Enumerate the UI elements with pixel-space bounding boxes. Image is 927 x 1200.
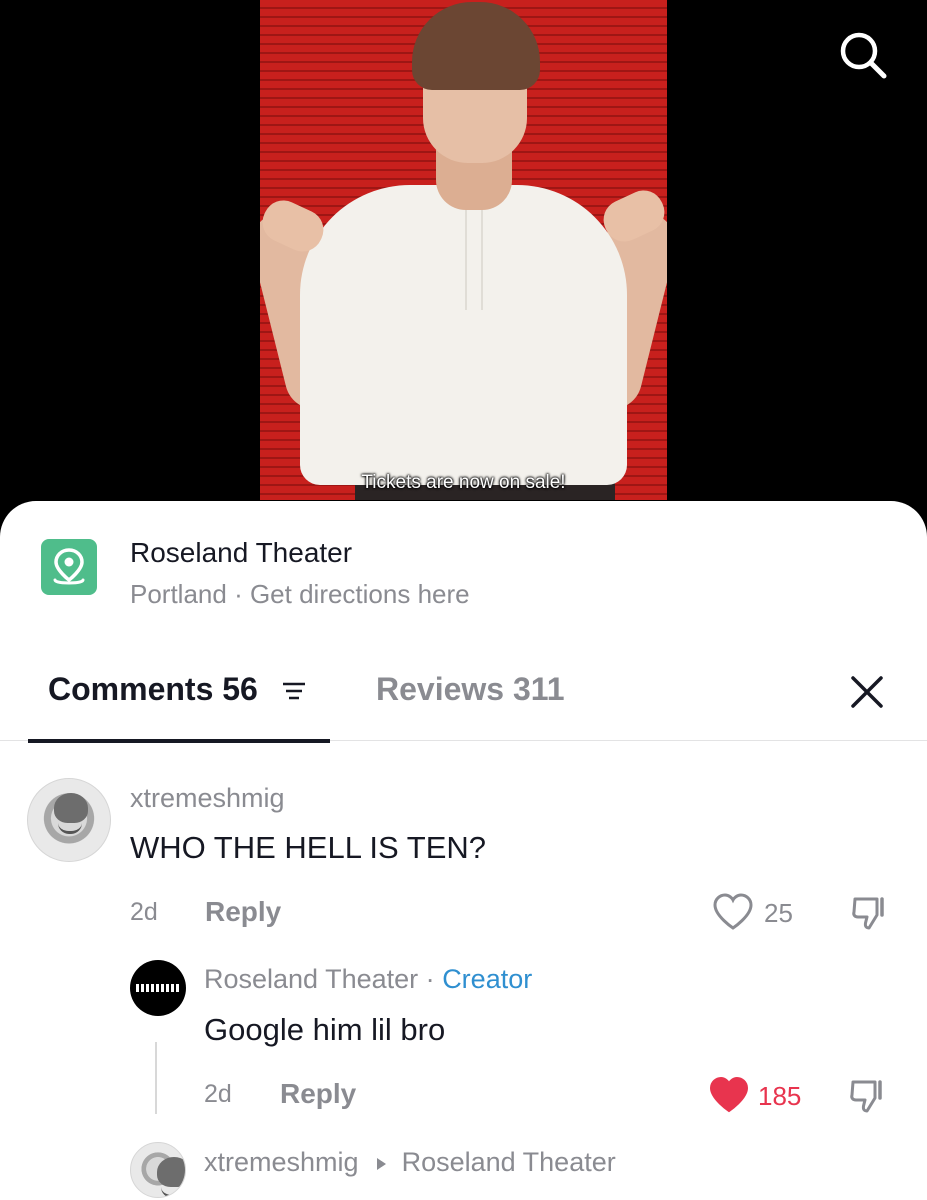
video-person-hair <box>412 2 540 90</box>
reply-username[interactable]: xtremeshmig <box>204 1147 359 1177</box>
location-pin-icon <box>53 548 85 585</box>
avatar[interactable] <box>130 960 186 1016</box>
dislike-button[interactable] <box>850 893 890 938</box>
active-tab-indicator <box>28 739 330 743</box>
reply-username[interactable]: Roseland Theater <box>204 964 418 994</box>
like-button[interactable] <box>712 893 754 936</box>
reply-username-line: xtremeshmig Roseland Theater <box>204 1147 616 1178</box>
creator-badge: Creator <box>442 964 533 994</box>
video-frame: Tickets are now on sale! <box>260 0 667 500</box>
reply-button[interactable]: Reply <box>280 1078 356 1110</box>
tab-reviews[interactable]: Reviews 311 <box>376 671 565 708</box>
tab-comments-label: Comments 56 <box>48 671 258 707</box>
heart-icon <box>709 1076 749 1113</box>
close-icon[interactable] <box>846 671 888 713</box>
comment-text: WHO THE HELL IS TEN? <box>130 830 487 865</box>
reply-username-line: Roseland Theater · Creator <box>204 964 532 995</box>
heart-icon <box>713 893 753 930</box>
thumbs-down-icon <box>850 1080 882 1113</box>
location-badge <box>41 539 97 595</box>
comments-tabs: Comments 56 Reviews 311 <box>0 661 927 743</box>
comment-time: 2d <box>130 898 158 926</box>
video-player[interactable]: Tickets are now on sale! <box>0 0 927 530</box>
reply-text: Google him lil bro <box>204 1012 446 1047</box>
like-button[interactable] <box>708 1076 750 1119</box>
username-separator: · <box>425 964 435 994</box>
search-icon[interactable] <box>836 28 890 82</box>
reply-time: 2d <box>204 1080 232 1108</box>
reply-button[interactable]: Reply <box>205 896 281 928</box>
avatar[interactable] <box>130 1142 186 1198</box>
theater-logo <box>136 984 180 992</box>
reply-to-username[interactable]: Roseland Theater <box>402 1147 616 1177</box>
dislike-button[interactable] <box>848 1076 888 1121</box>
filter-icon[interactable] <box>281 681 307 701</box>
location-card[interactable]: Roseland Theater Portland · Get directio… <box>40 537 887 610</box>
thread-line <box>155 1042 157 1114</box>
video-person-shirt-placket <box>465 200 483 310</box>
video-caption: Tickets are now on sale! <box>361 472 566 493</box>
location-name: Roseland Theater <box>130 537 353 568</box>
avatar[interactable] <box>27 778 111 862</box>
comment-username[interactable]: xtremeshmig <box>130 783 285 814</box>
like-count: 185 <box>758 1081 802 1111</box>
tab-comments[interactable]: Comments 56 <box>28 661 330 743</box>
thumbs-down-icon <box>852 897 884 930</box>
location-directions-link[interactable]: Portland · Get directions here <box>130 579 470 610</box>
video-person-shirt <box>300 185 627 485</box>
like-count: 25 <box>764 898 793 928</box>
triangle-right-icon <box>377 1157 387 1170</box>
